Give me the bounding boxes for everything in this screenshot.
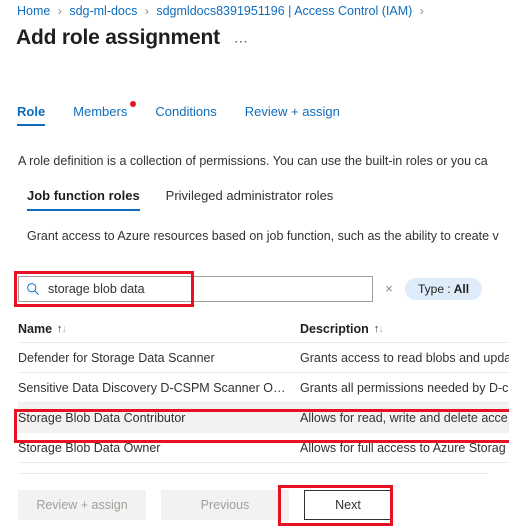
review-assign-button[interactable]: Review + assign: [18, 490, 146, 520]
column-header-name-label: Name: [18, 321, 53, 336]
breadcrumb-separator-icon: ›: [419, 4, 424, 18]
next-button[interactable]: Next: [304, 490, 392, 520]
previous-button[interactable]: Previous: [161, 490, 289, 520]
type-filter-value: All: [453, 282, 470, 296]
subtab-job-function-roles-label: Job function roles: [27, 188, 140, 203]
role-description-cell: Grants all permissions needed by D-c: [300, 380, 509, 395]
subtab-privileged-administrator-roles[interactable]: Privileged administrator roles: [166, 188, 334, 211]
more-options-icon[interactable]: ⋯: [234, 33, 249, 50]
search-input-value: storage blob data: [48, 282, 145, 296]
page-title-row: Add role assignment ⋯: [16, 26, 249, 50]
sort-icon[interactable]: ↑↓: [374, 322, 384, 335]
role-definition-description: A role definition is a collection of per…: [18, 154, 488, 168]
type-filter-label: Type :: [418, 282, 451, 296]
role-description-cell: Allows for full access to Azure Storag: [300, 440, 506, 455]
tab-members[interactable]: Members: [73, 101, 137, 126]
tab-members-label: Members: [73, 104, 128, 119]
sort-icon[interactable]: ↑↓: [57, 322, 67, 335]
sort-descending-icon: ↓: [61, 322, 67, 335]
breadcrumb-item-resource-group[interactable]: sdg-ml-docs: [69, 4, 137, 18]
table-row[interactable]: Sensitive Data Discovery D-CSPM Scanner …: [18, 373, 509, 403]
breadcrumb: Home › sdg-ml-docs › sdgmldocs8391951196…: [17, 2, 428, 20]
tab-review-assign-label: Review + assign: [244, 104, 340, 119]
tab-role-label: Role: [17, 104, 46, 119]
role-description-cell: Grants access to read blobs and upda: [300, 350, 509, 365]
tab-conditions-label: Conditions: [155, 104, 217, 119]
tab-conditions[interactable]: Conditions: [155, 104, 216, 126]
sort-descending-icon: ↓: [378, 322, 383, 335]
tab-review-assign[interactable]: Review + assign: [245, 104, 340, 126]
search-input[interactable]: storage blob data: [18, 276, 373, 302]
column-header-description-label: Description: [300, 321, 369, 336]
breadcrumb-separator-icon: ›: [57, 4, 62, 18]
table-row-selected[interactable]: Storage Blob Data Contributor Allows for…: [18, 403, 509, 433]
roles-table: Name ↑↓ Description ↑↓ Defender for Stor…: [18, 315, 509, 463]
type-filter-pill[interactable]: Type : All: [405, 278, 483, 300]
clear-search-icon[interactable]: ×: [378, 276, 400, 302]
table-row[interactable]: Storage Blob Data Owner Allows for full …: [18, 433, 509, 463]
breadcrumb-item-home[interactable]: Home: [17, 4, 50, 18]
role-name-cell: Defender for Storage Data Scanner: [18, 350, 215, 365]
breadcrumb-separator-icon: ›: [144, 4, 149, 18]
tab-role[interactable]: Role: [17, 104, 46, 126]
footer-divider: [18, 473, 488, 474]
role-name-cell: Storage Blob Data Contributor: [18, 410, 186, 425]
role-category-pivot: Job function roles Privileged administra…: [27, 188, 359, 211]
column-header-description[interactable]: Description ↑↓: [300, 322, 509, 336]
role-name-cell: Storage Blob Data Owner: [18, 440, 161, 455]
role-name-cell: Sensitive Data Discovery D-CSPM Scanner …: [18, 380, 286, 395]
wizard-tabs: Role Members Conditions Review + assign: [17, 101, 368, 126]
table-row[interactable]: Defender for Storage Data Scanner Grants…: [18, 343, 509, 373]
page-title: Add role assignment: [16, 26, 220, 49]
role-description-cell: Allows for read, write and delete acce: [300, 410, 508, 425]
add-role-assignment-page: Home › sdg-ml-docs › sdgmldocs8391951196…: [0, 0, 509, 531]
subtab-job-function-roles[interactable]: Job function roles: [27, 188, 140, 211]
search-icon: [26, 282, 40, 296]
grant-access-description: Grant access to Azure resources based on…: [27, 229, 499, 243]
breadcrumb-item-access-control[interactable]: sdgmldocs8391951196 | Access Control (IA…: [156, 4, 412, 18]
subtab-privileged-administrator-roles-label: Privileged administrator roles: [165, 188, 334, 203]
tab-members-required-dot-icon: [130, 101, 137, 107]
column-header-name[interactable]: Name ↑↓: [18, 322, 300, 336]
filter-bar: storage blob data × Type : All: [18, 276, 483, 302]
wizard-footer: Review + assign Previous Next: [18, 490, 392, 520]
table-header-row: Name ↑↓ Description ↑↓: [18, 315, 509, 343]
